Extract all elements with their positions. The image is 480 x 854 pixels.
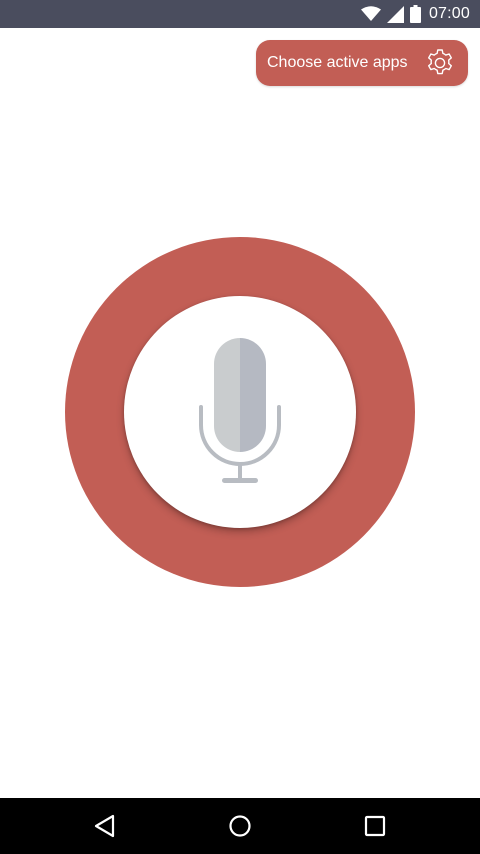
back-icon[interactable] [91,812,119,840]
home-icon[interactable] [226,812,254,840]
battery-icon [409,5,421,23]
microphone-icon [195,335,285,487]
gear-icon [424,47,456,79]
navigation-bar [0,798,480,854]
choose-active-apps-label: Choose active apps [267,54,408,71]
recents-icon[interactable] [361,812,389,840]
status-time: 07:00 [428,5,470,22]
cell-signal-icon [386,5,404,23]
wifi-icon [360,6,381,22]
choose-active-apps-button[interactable]: Choose active apps [256,40,468,86]
status-bar: 07:00 [0,0,480,28]
